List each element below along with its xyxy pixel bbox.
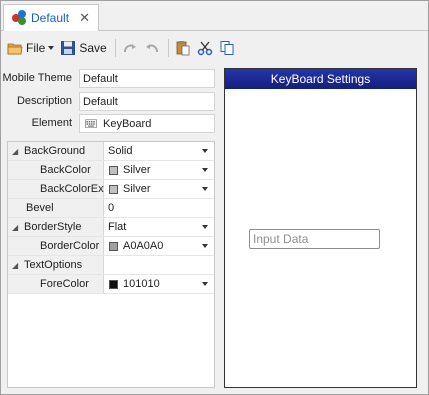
property-name-cell: ◢ TextOptions [8, 256, 104, 274]
toolbar-separator [114, 39, 116, 57]
property-value: Silver [123, 183, 151, 195]
property-value: 0 [108, 202, 115, 214]
copy-icon [220, 41, 234, 55]
property-row-backcolor[interactable]: BackColor Silver [8, 161, 214, 180]
property-value-cell[interactable]: Solid [105, 142, 214, 160]
dropdown-arrow-icon[interactable] [202, 282, 208, 286]
keyboard-icon [85, 118, 97, 128]
property-value: Silver [123, 164, 151, 176]
property-name: BorderStyle [24, 221, 82, 233]
mobile-theme-field[interactable]: Default [79, 69, 215, 88]
undo-button[interactable] [144, 37, 160, 59]
property-row-backcolorex[interactable]: BackColorEx Silver [8, 180, 214, 199]
property-name-cell: ForeColor [8, 275, 104, 293]
property-name: BackGround [24, 145, 86, 157]
undo-icon [145, 44, 158, 53]
property-value: A0A0A0 [123, 240, 164, 252]
property-name: BackColor [40, 164, 91, 176]
property-value-cell[interactable] [105, 256, 214, 274]
property-value-cell[interactable]: Flat [105, 218, 214, 236]
preview-title: KeyBoard Settings [225, 69, 416, 89]
property-name: Bevel [26, 202, 54, 214]
property-value: Flat [108, 221, 127, 233]
color-swatch [109, 184, 118, 194]
mobile-theme-row: Mobile Theme [1, 68, 76, 88]
paste-button[interactable] [175, 37, 191, 59]
cut-icon [197, 41, 212, 56]
property-row-borderstyle[interactable]: ◢ BorderStyle Flat [8, 218, 214, 237]
mobile-theme-label: Mobile Theme [2, 72, 73, 84]
property-name-cell: ◢ BorderStyle [8, 218, 104, 236]
property-value-cell[interactable]: A0A0A0 [105, 237, 214, 255]
theme-icon [12, 10, 28, 26]
property-name-cell: ◢ BackGround [8, 142, 104, 160]
property-name: BorderColor [40, 240, 100, 252]
description-field[interactable]: Default [79, 92, 215, 111]
property-row-textoptions[interactable]: ◢ TextOptions [8, 256, 214, 275]
property-name: TextOptions [24, 259, 83, 271]
editor-window: Default ✕ File Save Mobile Theme Default… [0, 0, 429, 395]
collapse-arrow-icon[interactable]: ◢ [12, 261, 22, 270]
dropdown-arrow-icon[interactable] [202, 244, 208, 248]
toolbar: File Save [1, 32, 428, 64]
tab-default[interactable]: Default ✕ [3, 4, 99, 31]
property-value: 101010 [123, 278, 160, 290]
property-row-bevel[interactable]: Bevel 0 [8, 199, 214, 218]
dropdown-arrow-icon[interactable] [202, 187, 208, 191]
element-value: KeyBoard [103, 117, 152, 130]
property-value-cell[interactable]: 101010 [105, 275, 214, 293]
toolbar-separator [167, 39, 169, 57]
save-label: Save [79, 41, 107, 55]
color-swatch [109, 241, 118, 251]
property-name-cell: Bevel [8, 199, 104, 217]
property-name-cell: BackColorEx [8, 180, 104, 198]
redo-icon [123, 44, 136, 53]
property-name: BackColorEx [40, 183, 104, 195]
dropdown-arrow-icon[interactable] [202, 149, 208, 153]
file-menu-button[interactable]: File [7, 37, 55, 59]
element-label: Element [31, 117, 72, 129]
property-value-cell[interactable]: Silver [105, 161, 214, 179]
color-swatch [109, 165, 118, 175]
save-button[interactable]: Save [60, 37, 107, 59]
description-label: Description [16, 95, 72, 107]
redo-button[interactable] [122, 37, 138, 59]
file-label: File [26, 41, 46, 55]
property-row-background[interactable]: ◢ BackGround Solid [8, 142, 214, 161]
tab-strip: Default ✕ [1, 1, 428, 31]
property-row-forecolor[interactable]: ForeColor 101010 [8, 275, 214, 294]
collapse-arrow-icon[interactable]: ◢ [12, 147, 22, 156]
property-name-cell: BackColor [8, 161, 104, 179]
input-data-field[interactable]: Input Data [249, 229, 380, 249]
paste-icon [176, 41, 190, 56]
folder-icon [7, 43, 23, 55]
element-field[interactable]: KeyBoard [79, 114, 215, 133]
element-row: Element [1, 113, 76, 133]
property-value-cell[interactable]: Silver [105, 180, 214, 198]
close-icon[interactable]: ✕ [79, 10, 90, 26]
property-grid: ◢ BackGround Solid BackColor Silver Back… [7, 141, 215, 388]
dropdown-arrow-icon [48, 46, 55, 50]
property-row-bordercolor[interactable]: BorderColor A0A0A0 [8, 237, 214, 256]
dropdown-arrow-icon[interactable] [202, 168, 208, 172]
dropdown-arrow-icon[interactable] [202, 225, 208, 229]
save-icon [61, 41, 76, 55]
property-value-cell[interactable]: 0 [105, 199, 214, 217]
tab-label: Default [31, 11, 70, 25]
cut-button[interactable] [197, 37, 213, 59]
collapse-arrow-icon[interactable]: ◢ [12, 223, 22, 232]
keyboard-preview: KeyBoard Settings Input Data [224, 68, 417, 388]
property-name: ForeColor [40, 278, 89, 290]
description-row: Description [1, 91, 76, 111]
copy-button[interactable] [219, 37, 235, 59]
color-swatch [109, 279, 118, 289]
property-name-cell: BorderColor [8, 237, 104, 255]
property-value: Solid [108, 145, 133, 157]
